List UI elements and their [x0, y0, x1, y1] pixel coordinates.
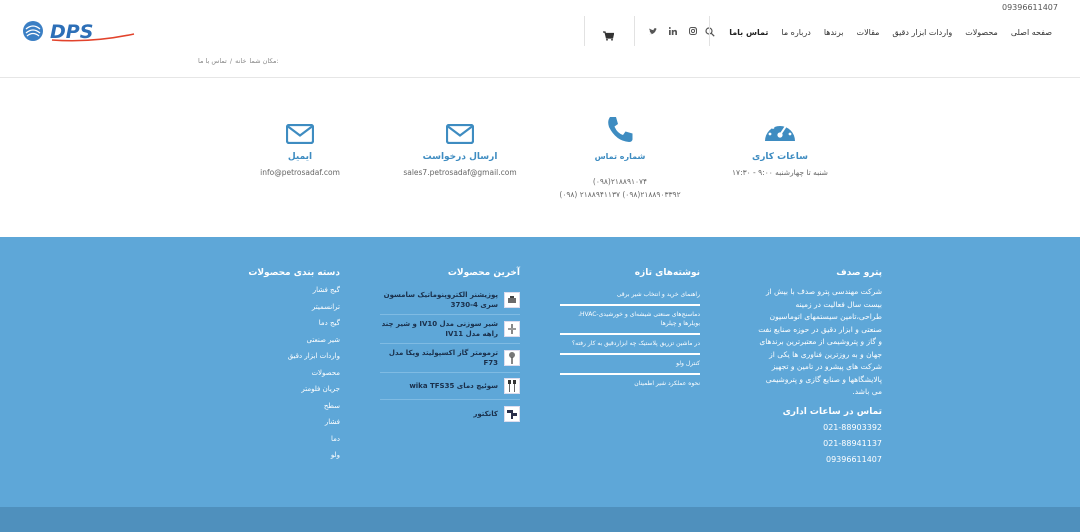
product-name[interactable]: کانکتور [473, 409, 498, 419]
product-name[interactable]: شیر سوزنی مدل IV10 و شیر چند راهه مدل IV… [380, 319, 498, 339]
footer [0, 237, 1080, 507]
categories-title: دسته بندی محصولات [248, 268, 340, 278]
office-phone-3[interactable]: 09396611407 [755, 455, 882, 464]
product-name[interactable]: پوزیشنر الکتروپنوماتیک سامسون سری 4-3730 [380, 290, 498, 310]
footer-bottom-bar [0, 507, 1080, 532]
hours-text: شنبه تا چهارشنبه ۹:۰۰ - ۱۷:۳۰ [732, 168, 828, 177]
footer-about: پترو صدف شرکت مهندسی پترو صدف با بیش از … [755, 268, 882, 471]
category-link[interactable]: محصولات [240, 369, 340, 377]
nav-products[interactable]: محصولات [965, 28, 998, 37]
posts-title: نوشته‌های تازه [634, 268, 700, 278]
logo-text: DPS [50, 21, 93, 42]
contact-request: ارسال درخواست sales7.petrosadaf@gmail.co… [380, 110, 540, 177]
category-link[interactable]: گیج فشار [240, 286, 340, 294]
nav-about[interactable]: درباره ما [781, 28, 810, 37]
nav-brands[interactable]: برندها [824, 28, 844, 37]
request-title: ارسال درخواست [422, 152, 498, 162]
phone-icon [540, 110, 700, 144]
category-link[interactable]: واردات ابزار دقیق [240, 352, 340, 360]
product-name[interactable]: ترمومتر گاز اکسپولیتد ویکا مدل F73 [380, 348, 498, 368]
footer-products: آخرین محصولات پوزیشنر الکتروپنوماتیک سام… [380, 268, 520, 427]
product-item[interactable]: سوئیچ دمای wika TFS35 [380, 373, 520, 400]
breadcrumb: تماس با ما / خانه مکان شما: [198, 57, 279, 65]
product-thumbnail [504, 405, 520, 422]
category-link[interactable]: جریان فلومتر [240, 385, 340, 393]
breadcrumb-home[interactable]: خانه [235, 57, 246, 65]
hours-title: ساعات کاری [752, 152, 808, 162]
about-text: شرکت مهندسی پترو صدف با بیش از بیست سال … [758, 287, 882, 396]
contact-hours: ساعات کاری شنبه تا چهارشنبه ۹:۰۰ - ۱۷:۳۰ [700, 110, 860, 177]
breadcrumb-separator: / [229, 57, 233, 65]
nav-divider [709, 16, 710, 46]
product-name[interactable]: سوئیچ دمای wika TFS35 [409, 381, 498, 391]
post-link[interactable]: راهنمای خرید و انتخاب شیر برقی [560, 286, 700, 306]
category-link[interactable]: دما [240, 435, 340, 443]
main-nav: صفحه اصلی محصولات واردات ابزار دقیق مقال… [682, 26, 1052, 38]
products-title: آخرین محصولات [447, 268, 520, 278]
envelope-icon [380, 110, 540, 144]
site-header: DPS صفحه اصلی محصولات واردات ابزار دقیق … [0, 16, 1080, 78]
top-bar: 09396611407 [0, 0, 1080, 16]
breadcrumb-prefix: مکان شما: [249, 57, 279, 65]
phone-line-2: (۰۹۸) ۲۱۸۸۹۴۱۱۳۷ (۰۹۸)۲۱۸۸۹۰۳۳۹۲ [559, 190, 681, 199]
instagram-icon[interactable] [688, 26, 698, 36]
social-links [648, 26, 708, 36]
product-item[interactable]: کانکتور [380, 400, 520, 427]
linkedin-icon[interactable] [668, 26, 678, 36]
product-thumbnail [504, 321, 520, 337]
product-thumbnail [504, 378, 520, 394]
twitter-icon[interactable] [648, 26, 658, 36]
cart-divider [584, 16, 585, 46]
post-link[interactable]: کنترل ولو [560, 355, 700, 375]
footer-categories: دسته بندی محصولات گیج فشار ترانسمیتر گیج… [240, 268, 340, 468]
phone-line-1: (۰۹۸)۲۱۸۸۹۱۰۷۴ [592, 177, 648, 186]
category-link[interactable]: گیج دما [240, 319, 340, 327]
cart-icon[interactable] [603, 26, 615, 41]
logo[interactable]: DPS [22, 20, 137, 43]
post-link[interactable]: در ماشین تزریق پلاستیک چه ابزاردقیق به ک… [560, 335, 700, 355]
contact-phone: شماره تماس (۰۹۸)۲۱۸۸۹۱۰۷۴ (۰۹۸) ۲۱۸۸۹۴۱۱… [540, 110, 700, 199]
product-item[interactable]: ترمومتر گاز اکسپولیتد ویکا مدل F73 [380, 344, 520, 373]
category-link[interactable]: ترانسمیتر [240, 303, 340, 311]
office-phone-2[interactable]: 021-88941137 [755, 439, 882, 448]
office-phone-1[interactable]: 021-88903392 [755, 423, 882, 432]
email-address[interactable]: info@petrosadaf.com [220, 168, 380, 177]
office-hours-title: تماس در ساعات اداری [782, 406, 882, 417]
breadcrumb-current[interactable]: تماس با ما [198, 57, 227, 65]
logo-graphic: DPS [23, 21, 135, 43]
contact-email: ایمیل info@petrosadaf.com [220, 110, 380, 177]
nav-articles[interactable]: مقالات [857, 28, 880, 37]
about-title: پترو صدف [836, 268, 882, 278]
category-link[interactable]: شیر صنعتی [240, 336, 340, 344]
category-link[interactable]: فشار [240, 418, 340, 426]
category-link[interactable]: سطح [240, 402, 340, 410]
speedometer-icon [700, 110, 860, 144]
nav-home[interactable]: صفحه اصلی [1011, 28, 1052, 37]
category-link[interactable]: ولو [240, 451, 340, 459]
post-link[interactable]: دماسنج‌های صنعتی شیشه‌ای و خورشیدی-HVAC،… [560, 306, 700, 335]
post-link[interactable]: نحوه عملکرد شیر اطمینان [560, 375, 700, 393]
request-email[interactable]: sales7.petrosadaf@gmail.com [380, 168, 540, 177]
phone-title: شماره تماس [594, 152, 646, 161]
social-divider [634, 16, 635, 46]
product-item[interactable]: شیر سوزنی مدل IV10 و شیر چند راهه مدل IV… [380, 315, 520, 344]
footer-posts: نوشته‌های تازه راهنمای خرید و انتخاب شیر… [560, 268, 700, 393]
envelope-icon [220, 110, 380, 144]
email-title: ایمیل [287, 152, 313, 162]
top-phone: 09396611407 [1002, 3, 1058, 12]
product-item[interactable]: پوزیشنر الکتروپنوماتیک سامسون سری 4-3730 [380, 286, 520, 315]
product-thumbnail [504, 292, 520, 308]
nav-imports[interactable]: واردات ابزار دقیق [892, 28, 952, 37]
nav-contact[interactable]: تماس باما [729, 28, 768, 37]
product-thumbnail [504, 350, 520, 366]
